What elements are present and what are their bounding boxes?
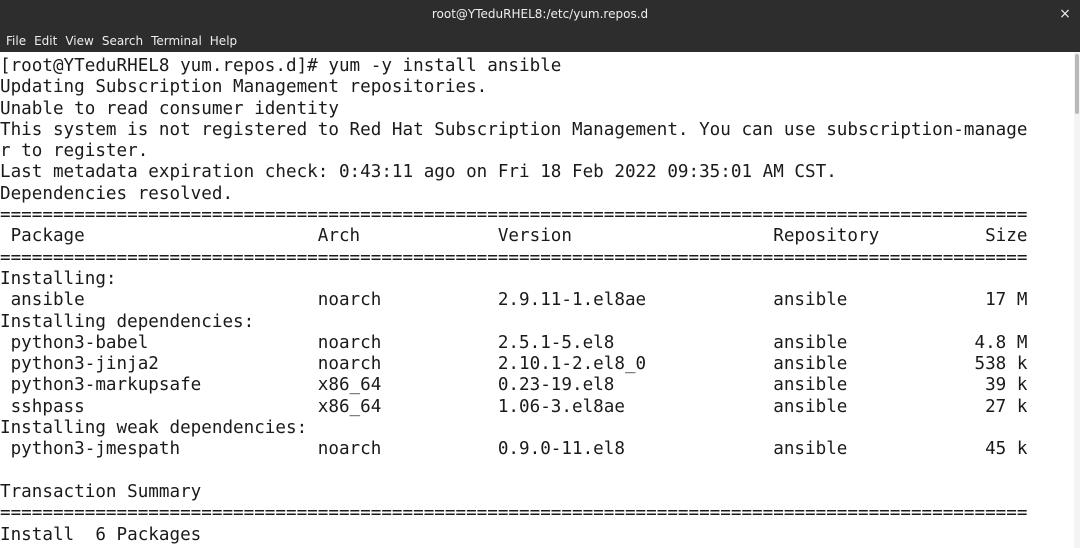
menu-bar: File Edit View Search Terminal Help: [0, 30, 1080, 52]
section-heading: Installing dependencies:: [0, 311, 255, 332]
section-heading: Installing:: [0, 268, 117, 289]
terminal-line: Updating Subscription Management reposit…: [0, 77, 488, 98]
table-row: python3-jmespath noarch 0.9.0-11.el8 ans…: [0, 439, 1028, 460]
scrollbar[interactable]: [1074, 52, 1080, 548]
close-icon[interactable]: ×: [1054, 2, 1076, 26]
menu-search[interactable]: Search: [98, 30, 147, 52]
table-row: sshpass x86_64 1.06-3.el8ae ansible 27 k: [0, 396, 1028, 417]
table-row: ansible noarch 2.9.11-1.el8ae ansible 17…: [0, 290, 1028, 311]
terminal-line: r to register.: [0, 141, 149, 162]
menu-help[interactable]: Help: [206, 30, 241, 52]
menu-terminal[interactable]: Terminal: [147, 30, 206, 52]
menu-file[interactable]: File: [2, 30, 30, 52]
menu-view[interactable]: View: [61, 30, 97, 52]
terminal-window: root@YTeduRHEL8:/etc/yum.repos.d × File …: [0, 0, 1080, 548]
terminal-line: Dependencies resolved.: [0, 183, 234, 204]
title-bar[interactable]: root@YTeduRHEL8:/etc/yum.repos.d ×: [0, 0, 1080, 30]
terminal-line: This system is not registered to Red Hat…: [0, 119, 1028, 140]
separator-line: ========================================…: [0, 503, 1028, 524]
terminal-line-prompt: [root@YTeduRHEL8 yum.repos.d]# yum -y in…: [0, 56, 562, 76]
separator-line: ========================================…: [0, 205, 1028, 226]
terminal-line: Unable to read consumer identity: [0, 98, 339, 119]
section-heading: Installing weak dependencies:: [0, 418, 308, 439]
terminal-output[interactable]: [root@YTeduRHEL8 yum.repos.d]# yum -y in…: [0, 52, 1074, 548]
install-summary: Install 6 Packages: [0, 524, 202, 545]
terminal-line: Last metadata expiration check: 0:43:11 …: [0, 162, 837, 183]
scrollbar-thumb[interactable]: [1075, 54, 1079, 114]
separator-line: ========================================…: [0, 247, 1028, 268]
section-heading: Transaction Summary: [0, 481, 202, 502]
menu-edit[interactable]: Edit: [30, 30, 61, 52]
table-row: python3-markupsafe x86_64 0.23-19.el8 an…: [0, 375, 1028, 396]
window-title: root@YTeduRHEL8:/etc/yum.repos.d: [431, 7, 649, 21]
table-row: python3-jinja2 noarch 2.10.1-2.el8_0 ans…: [0, 354, 1028, 375]
table-header: Package Arch Version Repository Size: [0, 226, 1028, 247]
table-row: python3-babel noarch 2.5.1-5.el8 ansible…: [0, 332, 1028, 353]
